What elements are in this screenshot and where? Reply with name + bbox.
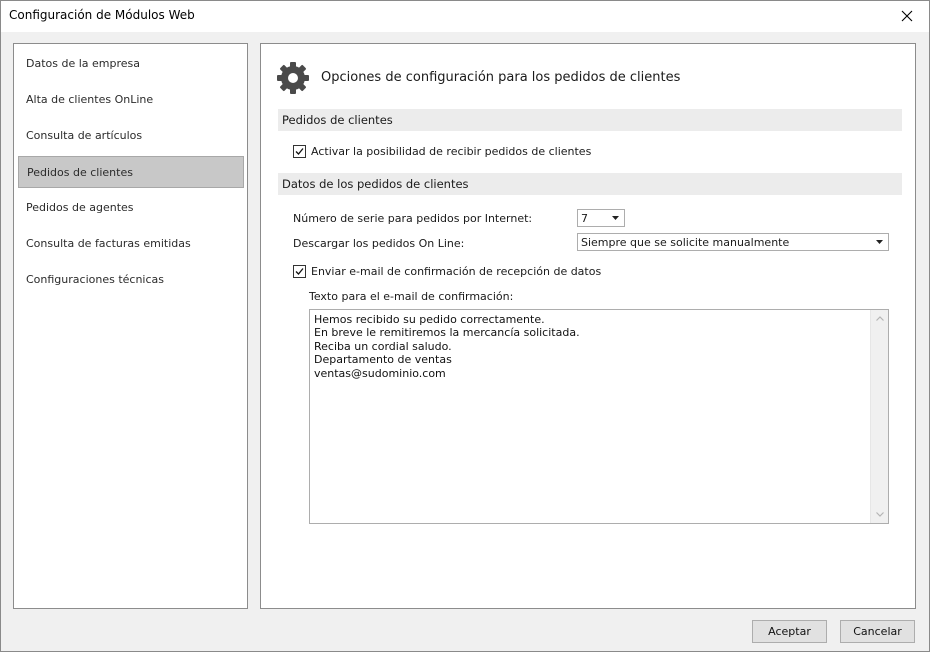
activate-orders-label: Activar la posibilidad de recibir pedido… xyxy=(311,145,592,158)
email-text-label: Texto para el e-mail de confirmación: xyxy=(309,290,514,303)
dropdown-arrow-icon xyxy=(871,234,888,250)
checkmark-icon xyxy=(295,148,304,155)
email-text-area[interactable]: Hemos recibido su pedido correctamente. … xyxy=(309,309,889,524)
email-text-content: Hemos recibido su pedido correctamente. … xyxy=(314,313,580,380)
activate-orders-checkbox[interactable] xyxy=(293,145,306,158)
sidebar-item-pedidos-agentes[interactable]: Pedidos de agentes xyxy=(18,192,244,224)
activate-orders-checkbox-row[interactable]: Activar la posibilidad de recibir pedido… xyxy=(293,145,591,158)
title-bar: Configuración de Módulos Web xyxy=(0,0,930,32)
sidebar-item-consulta-articulos[interactable]: Consulta de artículos xyxy=(18,120,244,152)
scroll-down-icon[interactable] xyxy=(871,506,888,523)
sidebar-item-alta-clientes[interactable]: Alta de clientes OnLine xyxy=(18,84,244,116)
checkmark-icon xyxy=(295,268,304,275)
dropdown-arrow-icon xyxy=(607,210,624,226)
download-value: Siempre que se solicite manualmente xyxy=(581,236,790,249)
sidebar-item-pedidos-clientes[interactable]: Pedidos de clientes xyxy=(18,156,244,188)
email-confirm-checkbox[interactable] xyxy=(293,265,306,278)
section-header-datos: Datos de los pedidos de clientes xyxy=(278,173,902,195)
email-confirm-label: Enviar e-mail de confirmación de recepci… xyxy=(311,265,602,278)
gear-icon xyxy=(277,62,309,94)
serial-select[interactable]: 7 xyxy=(577,209,625,227)
window-title: Configuración de Módulos Web xyxy=(9,8,195,22)
sidebar-item-configuraciones-tecnicas[interactable]: Configuraciones técnicas xyxy=(18,264,244,296)
download-label: Descargar los pedidos On Line: xyxy=(293,237,465,250)
section-header-pedidos: Pedidos de clientes xyxy=(278,109,902,131)
serial-value: 7 xyxy=(581,212,588,225)
close-icon xyxy=(901,10,913,22)
cancel-button[interactable]: Cancelar xyxy=(840,620,915,643)
close-button[interactable] xyxy=(884,0,930,32)
sidebar: Datos de la empresa Alta de clientes OnL… xyxy=(13,43,248,609)
main-panel: Opciones de configuración para los pedid… xyxy=(260,43,916,609)
sidebar-item-datos-empresa[interactable]: Datos de la empresa xyxy=(18,48,244,80)
sidebar-item-consulta-facturas[interactable]: Consulta de facturas emitidas xyxy=(18,228,244,260)
vertical-scrollbar[interactable] xyxy=(870,310,888,523)
ok-button[interactable]: Aceptar xyxy=(752,620,827,643)
scroll-up-icon[interactable] xyxy=(871,310,888,327)
email-confirm-checkbox-row[interactable]: Enviar e-mail de confirmación de recepci… xyxy=(293,265,601,278)
download-select[interactable]: Siempre que se solicite manualmente xyxy=(577,233,889,251)
serial-label: Número de serie para pedidos por Interne… xyxy=(293,212,533,225)
page-title: Opciones de configuración para los pedid… xyxy=(321,70,681,85)
